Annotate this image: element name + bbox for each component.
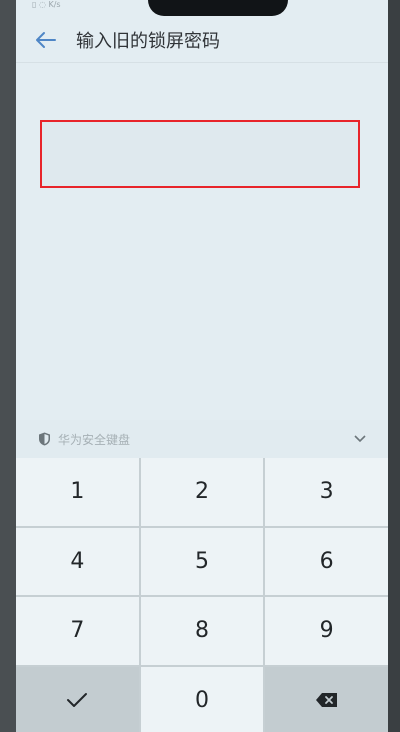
app-header: 输入旧的锁屏密码 bbox=[16, 22, 388, 58]
header-divider bbox=[16, 62, 388, 63]
arrow-left-icon bbox=[36, 32, 56, 48]
back-button[interactable] bbox=[26, 22, 66, 58]
password-input[interactable] bbox=[40, 120, 360, 188]
key-7[interactable]: 7 bbox=[16, 597, 139, 665]
confirm-key[interactable] bbox=[16, 666, 139, 732]
page-title: 输入旧的锁屏密码 bbox=[76, 31, 220, 52]
key-4[interactable]: 4 bbox=[16, 527, 139, 595]
chevron-down-icon bbox=[354, 435, 366, 443]
check-icon bbox=[67, 693, 88, 708]
key-0[interactable]: 0 bbox=[140, 666, 264, 732]
shield-icon bbox=[36, 431, 52, 447]
numeric-keypad: 1 2 3 4 5 6 7 8 9 0 bbox=[16, 458, 388, 732]
key-3[interactable]: 3 bbox=[265, 458, 388, 526]
status-bar-icons: ▯ ◌ K/s bbox=[32, 0, 61, 9]
key-5[interactable]: 5 bbox=[140, 527, 264, 595]
key-8[interactable]: 8 bbox=[140, 597, 264, 665]
key-2[interactable]: 2 bbox=[140, 458, 264, 526]
keyboard-collapse-button[interactable] bbox=[350, 429, 370, 449]
key-9[interactable]: 9 bbox=[265, 597, 388, 665]
delete-key[interactable] bbox=[265, 666, 388, 732]
key-6[interactable]: 6 bbox=[265, 527, 388, 595]
phone-bezel-left bbox=[0, 0, 16, 732]
backspace-icon bbox=[315, 693, 337, 708]
keyboard-toolbar: 华为安全键盘 bbox=[16, 420, 388, 458]
phone-bezel-right bbox=[388, 0, 400, 732]
keyboard-name: 华为安全键盘 bbox=[58, 432, 131, 447]
phone-screen: ▯ ◌ K/s 输入旧的锁屏密码 华为安全键盘 1 2 3 4 5 6 7 8 … bbox=[16, 0, 388, 732]
camera-notch bbox=[148, 0, 288, 16]
key-1[interactable]: 1 bbox=[16, 458, 139, 526]
